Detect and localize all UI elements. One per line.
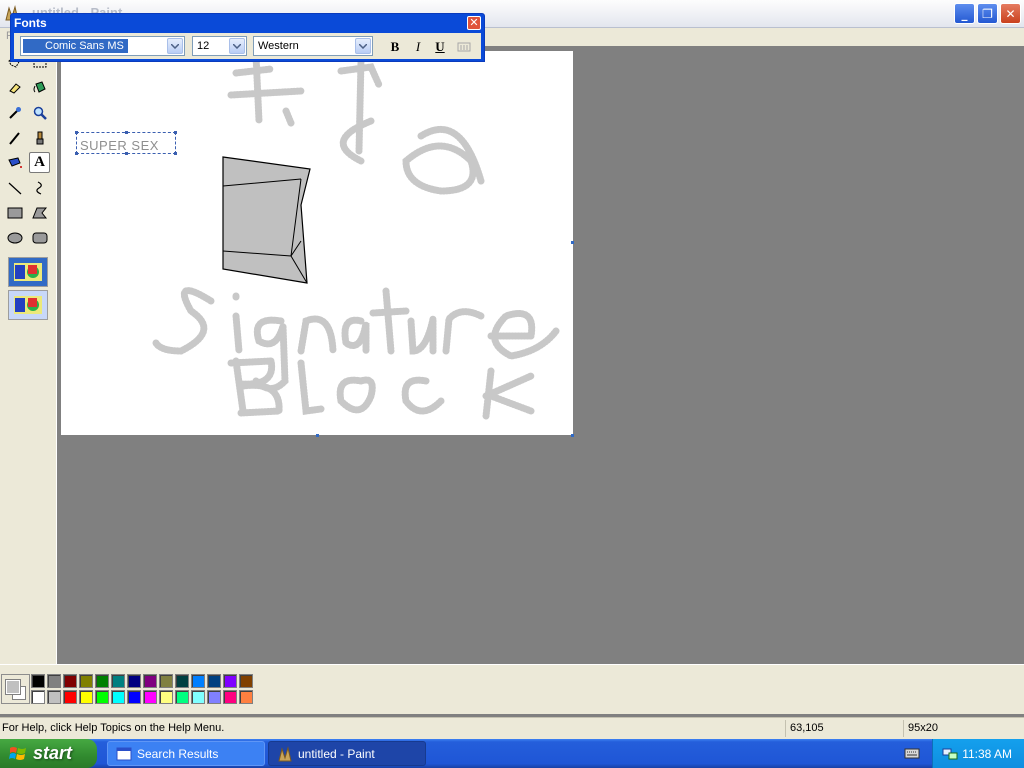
foreground-color xyxy=(5,679,21,695)
tool-box: A xyxy=(0,46,57,664)
close-button[interactable]: ✕ xyxy=(1000,3,1021,24)
text-box-content: SUPER SEX xyxy=(80,138,159,153)
color-box xyxy=(0,664,1024,714)
line-icon[interactable] xyxy=(4,177,25,198)
color-swatch[interactable] xyxy=(143,690,157,704)
pencil-icon[interactable] xyxy=(4,127,25,148)
paint-app-icon xyxy=(278,746,292,762)
color-swatch[interactable] xyxy=(207,674,221,688)
current-colors[interactable] xyxy=(1,674,30,704)
color-swatch[interactable] xyxy=(63,674,77,688)
status-coordinates: 63,105 xyxy=(785,720,903,737)
taskbar-item-paint[interactable]: untitled - Paint xyxy=(268,741,426,766)
font-size-select[interactable]: 12 xyxy=(192,36,247,56)
color-swatch[interactable] xyxy=(239,690,253,704)
canvas-drawing xyxy=(152,52,560,420)
taskbar-item-label: Search Results xyxy=(137,747,219,761)
chevron-down-icon[interactable] xyxy=(229,38,245,54)
text-icon[interactable]: A xyxy=(29,152,50,173)
eraser-icon[interactable] xyxy=(4,77,25,98)
color-swatch[interactable] xyxy=(31,690,45,704)
keyboard-icon[interactable] xyxy=(904,747,920,760)
restore-button[interactable]: ❐ xyxy=(977,3,998,24)
color-swatch[interactable] xyxy=(79,674,93,688)
transparent-background-option[interactable] xyxy=(8,290,48,320)
taskbar: start Search Results untitled - Paint 11… xyxy=(0,739,1024,768)
pick-color-icon[interactable] xyxy=(4,102,25,123)
font-name-select[interactable]: O Comic Sans MS xyxy=(20,36,185,56)
magnifier-icon[interactable] xyxy=(29,102,50,123)
search-results-icon xyxy=(116,747,132,761)
color-swatch[interactable] xyxy=(223,674,237,688)
network-icon[interactable] xyxy=(942,746,958,762)
color-swatch[interactable] xyxy=(191,690,205,704)
bold-button[interactable]: B xyxy=(386,38,404,55)
underline-button[interactable]: U xyxy=(431,38,449,55)
fill-icon[interactable] xyxy=(29,77,50,98)
curve-icon[interactable] xyxy=(29,177,50,198)
start-button[interactable]: start xyxy=(0,739,97,768)
color-swatch[interactable] xyxy=(111,690,125,704)
chevron-down-icon[interactable] xyxy=(355,38,371,54)
color-swatch[interactable] xyxy=(79,690,93,704)
canvas-resize-handle[interactable] xyxy=(571,241,574,244)
color-swatch[interactable] xyxy=(127,674,141,688)
clock: 11:38 AM xyxy=(962,747,1012,761)
color-swatch[interactable] xyxy=(47,674,61,688)
brush-icon[interactable] xyxy=(29,127,50,148)
fonts-close-button[interactable]: ✕ xyxy=(467,16,481,30)
color-swatch[interactable] xyxy=(63,690,77,704)
color-swatch[interactable] xyxy=(175,674,189,688)
windows-logo-icon xyxy=(9,747,26,760)
gray-box-shape xyxy=(222,156,311,284)
status-selection-size: 95x20 xyxy=(903,720,1021,737)
color-swatch[interactable] xyxy=(207,690,221,704)
system-tray: 11:38 AM xyxy=(932,739,1024,768)
status-bar: For Help, click Help Topics on the Help … xyxy=(0,717,1024,739)
color-swatch[interactable] xyxy=(143,674,157,688)
rounded-rectangle-icon[interactable] xyxy=(29,227,50,248)
airbrush-icon[interactable] xyxy=(4,152,25,173)
text-entry-box[interactable]: SUPER SEX xyxy=(75,131,177,155)
italic-button[interactable]: I xyxy=(409,38,427,55)
taskbar-item-label: untitled - Paint xyxy=(298,747,375,761)
color-swatch[interactable] xyxy=(95,690,109,704)
color-swatch[interactable] xyxy=(95,674,109,688)
color-swatch[interactable] xyxy=(159,690,173,704)
canvas-resize-handle[interactable] xyxy=(316,434,319,437)
color-swatch[interactable] xyxy=(47,690,61,704)
script-select[interactable]: Western xyxy=(253,36,373,56)
status-help-text: For Help, click Help Topics on the Help … xyxy=(2,722,225,734)
font-name-value: Comic Sans MS xyxy=(23,39,128,53)
opaque-background-option[interactable] xyxy=(8,257,48,287)
fonts-toolbar[interactable]: Fonts ✕ O Comic Sans MS 12 Western B I U xyxy=(10,13,485,62)
color-swatch[interactable] xyxy=(111,674,125,688)
canvas-resize-handle[interactable] xyxy=(571,434,574,437)
start-label: start xyxy=(33,743,73,763)
ellipse-icon[interactable] xyxy=(4,227,25,248)
rectangle-icon[interactable] xyxy=(4,202,25,223)
drawing-canvas[interactable]: SUPER SEX xyxy=(61,51,574,437)
color-swatch[interactable] xyxy=(159,674,173,688)
color-swatch[interactable] xyxy=(223,690,237,704)
fonts-toolbar-title: Fonts xyxy=(14,16,47,30)
airbrush-strokes xyxy=(152,52,560,420)
script-value: Western xyxy=(258,40,299,52)
color-swatch[interactable] xyxy=(239,674,253,688)
minimize-button[interactable]: _ xyxy=(954,3,975,24)
vertical-text-icon[interactable] xyxy=(455,38,473,55)
font-size-value: 12 xyxy=(197,40,210,52)
color-swatch[interactable] xyxy=(31,674,45,688)
color-swatch[interactable] xyxy=(127,690,141,704)
color-swatch[interactable] xyxy=(191,674,205,688)
chevron-down-icon[interactable] xyxy=(167,38,183,54)
taskbar-item-search-results[interactable]: Search Results xyxy=(107,741,265,766)
color-swatch[interactable] xyxy=(175,690,189,704)
polygon-icon[interactable] xyxy=(29,202,50,223)
